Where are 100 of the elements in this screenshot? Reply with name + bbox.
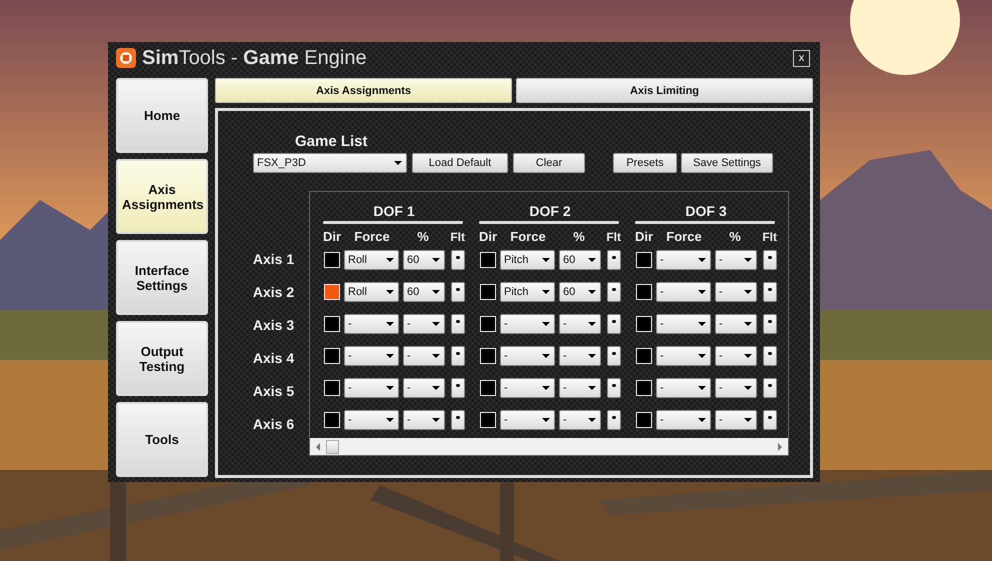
force-dropdown[interactable]: Pitch <box>500 250 555 270</box>
percent-dropdown[interactable]: - <box>715 282 757 302</box>
filter-button[interactable] <box>607 314 621 334</box>
filter-button[interactable] <box>763 378 777 398</box>
direction-checkbox[interactable] <box>636 380 652 396</box>
percent-dropdown[interactable]: - <box>403 346 445 366</box>
filter-button[interactable] <box>763 346 777 366</box>
direction-checkbox[interactable] <box>636 412 652 428</box>
force-dropdown[interactable]: - <box>656 378 711 398</box>
filter-button[interactable] <box>763 410 777 430</box>
percent-dropdown[interactable]: 60 <box>403 282 445 302</box>
force-dropdown[interactable]: - <box>500 378 555 398</box>
force-dropdown[interactable]: Pitch <box>500 282 555 302</box>
dot-icon <box>768 320 772 323</box>
filter-button[interactable] <box>451 346 465 366</box>
direction-checkbox[interactable] <box>480 412 496 428</box>
direction-checkbox[interactable] <box>324 316 340 332</box>
percent-dropdown[interactable]: - <box>559 346 601 366</box>
close-button[interactable]: x <box>793 50 810 66</box>
sidebar-button[interactable]: Output Testing <box>116 321 208 396</box>
percent-dropdown[interactable]: - <box>559 314 601 334</box>
percent-dropdown[interactable]: 60 <box>559 282 601 302</box>
force-dropdown[interactable]: - <box>656 314 711 334</box>
direction-checkbox[interactable] <box>324 412 340 428</box>
force-dropdown[interactable]: - <box>344 314 399 334</box>
dof-title: DOF 3 <box>685 203 727 219</box>
force-dropdown[interactable]: Roll <box>344 282 399 302</box>
direction-checkbox[interactable] <box>480 380 496 396</box>
direction-checkbox[interactable] <box>480 252 496 268</box>
action-button[interactable]: Presets <box>613 153 677 173</box>
horizontal-scrollbar[interactable] <box>310 438 788 455</box>
dot-icon <box>768 384 772 387</box>
direction-checkbox[interactable] <box>324 348 340 364</box>
direction-checkbox[interactable] <box>636 316 652 332</box>
percent-dropdown[interactable]: 60 <box>559 250 601 270</box>
direction-checkbox[interactable] <box>480 348 496 364</box>
force-dropdown[interactable]: - <box>500 346 555 366</box>
percent-dropdown[interactable]: 60 <box>403 250 445 270</box>
game-dropdown[interactable]: FSX_P3D <box>253 153 407 173</box>
sidebar-button[interactable]: Axis Assignments <box>116 159 208 234</box>
caret-icon <box>386 258 394 262</box>
tab[interactable]: Axis Assignments <box>215 78 512 103</box>
filter-button[interactable] <box>763 314 777 334</box>
percent-dropdown[interactable]: - <box>715 410 757 430</box>
filter-button[interactable] <box>451 314 465 334</box>
percent-dropdown[interactable]: - <box>403 410 445 430</box>
action-button[interactable]: Load Default <box>412 153 508 173</box>
filter-button[interactable] <box>607 250 621 270</box>
filter-button[interactable] <box>451 410 465 430</box>
direction-checkbox[interactable] <box>324 380 340 396</box>
force-dropdown[interactable]: - <box>656 250 711 270</box>
tab[interactable]: Axis Limiting <box>516 78 813 103</box>
filter-button[interactable] <box>763 282 777 302</box>
percent-dropdown[interactable]: - <box>559 378 601 398</box>
direction-checkbox[interactable] <box>324 284 340 300</box>
sidebar-button[interactable]: Interface Settings <box>116 240 208 315</box>
force-dropdown[interactable]: - <box>344 410 399 430</box>
caret-icon <box>588 386 596 390</box>
caret-icon <box>744 322 752 326</box>
sidebar-button[interactable]: Home <box>116 78 208 153</box>
force-dropdown[interactable]: - <box>656 410 711 430</box>
direction-checkbox[interactable] <box>480 284 496 300</box>
filter-button[interactable] <box>763 250 777 270</box>
column-header: Force <box>353 229 391 244</box>
filter-button[interactable] <box>451 250 465 270</box>
direction-checkbox[interactable] <box>324 252 340 268</box>
scroll-thumb[interactable] <box>326 440 339 454</box>
filter-button[interactable] <box>607 378 621 398</box>
direction-checkbox[interactable] <box>480 316 496 332</box>
action-button[interactable]: Save Settings <box>681 153 773 173</box>
force-dropdown[interactable]: - <box>344 378 399 398</box>
caret-icon <box>542 290 550 294</box>
force-dropdown[interactable]: Roll <box>344 250 399 270</box>
sidebar-button[interactable]: Tools <box>116 402 208 477</box>
force-dropdown[interactable]: - <box>656 282 711 302</box>
filter-button[interactable] <box>451 282 465 302</box>
percent-dropdown[interactable]: - <box>559 410 601 430</box>
filter-button[interactable] <box>607 410 621 430</box>
force-dropdown[interactable]: - <box>656 346 711 366</box>
force-dropdown[interactable]: - <box>500 314 555 334</box>
force-dropdown[interactable]: - <box>344 346 399 366</box>
direction-checkbox[interactable] <box>636 252 652 268</box>
percent-dropdown[interactable]: - <box>715 314 757 334</box>
dot-icon <box>612 416 616 419</box>
dot-icon <box>612 288 616 291</box>
caret-icon <box>542 258 550 262</box>
filter-button[interactable] <box>451 378 465 398</box>
filter-button[interactable] <box>607 282 621 302</box>
axis-label: Axis 3 <box>252 316 296 335</box>
percent-dropdown[interactable]: - <box>403 314 445 334</box>
percent-dropdown[interactable]: - <box>403 378 445 398</box>
percent-dropdown[interactable]: - <box>715 250 757 270</box>
direction-checkbox[interactable] <box>636 348 652 364</box>
percent-dropdown[interactable]: - <box>715 346 757 366</box>
percent-dropdown[interactable]: - <box>715 378 757 398</box>
force-dropdown[interactable]: - <box>500 410 555 430</box>
direction-checkbox[interactable] <box>636 284 652 300</box>
dot-icon <box>768 288 772 291</box>
filter-button[interactable] <box>607 346 621 366</box>
action-button[interactable]: Clear <box>513 153 585 173</box>
